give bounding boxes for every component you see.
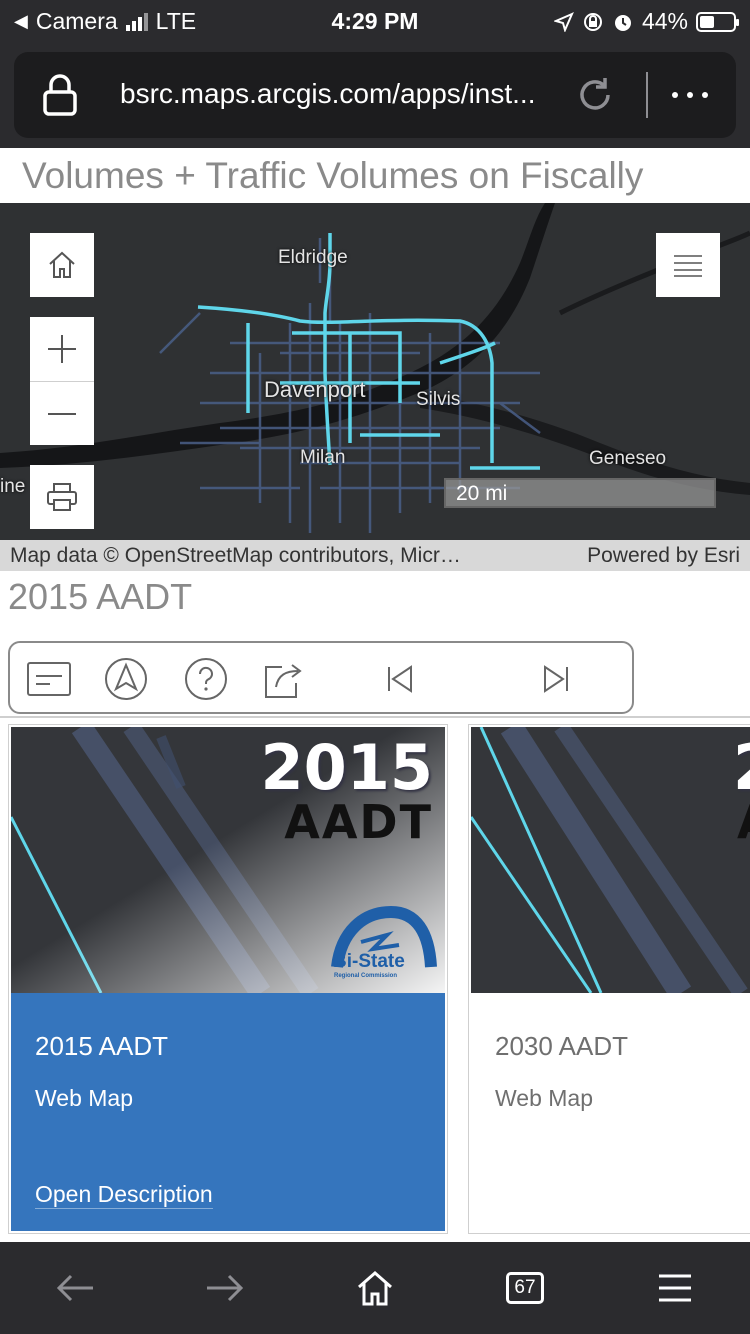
thumbnail-map — [471, 727, 750, 993]
scale-label: 20 mi — [456, 482, 508, 505]
scale-bar: 20 mi — [444, 478, 716, 508]
url-text[interactable]: bsrc.maps.arcgis.com/apps/inst... — [120, 78, 570, 110]
back-button[interactable] — [53, 1266, 97, 1310]
menu-icon — [659, 1274, 691, 1302]
next-icon — [544, 665, 568, 693]
home-button[interactable] — [30, 233, 94, 297]
status-right: 44% — [553, 8, 739, 35]
card-type: Web Map — [35, 1085, 134, 1111]
card-2030-aadt[interactable]: 2 A 2030 AADT Web Map — [468, 724, 750, 1234]
card-title: 2015 AADT — [35, 1031, 168, 1061]
map-label-silvis: Silvis — [416, 389, 461, 410]
open-description-link[interactable]: Open Description — [35, 1181, 213, 1209]
help-icon — [185, 658, 227, 700]
alarm-icon — [614, 14, 631, 31]
zoom-in-button[interactable] — [30, 317, 94, 381]
address-bar[interactable]: bsrc.maps.arcgis.com/apps/inst... — [14, 52, 736, 138]
list-icon — [674, 255, 702, 277]
minus-icon — [48, 412, 76, 415]
thumbnail-year: 2015 — [260, 731, 433, 804]
map-attribution: Map data © OpenStreetMap contributors, M… — [0, 540, 750, 571]
battery-icon — [696, 11, 739, 32]
thumbnail-subtitle: AADT — [284, 795, 433, 849]
card-title: 2030 AADT — [495, 1031, 628, 1061]
share-icon — [265, 664, 302, 698]
card-type: Web Map — [495, 1085, 594, 1111]
section-divider — [0, 716, 750, 718]
zoom-out-button[interactable] — [30, 381, 94, 445]
forward-button[interactable] — [203, 1266, 247, 1310]
river-channel — [558, 230, 750, 316]
home-icon — [358, 1271, 392, 1306]
home-nav-button[interactable] — [353, 1266, 397, 1310]
forward-arrow-icon — [207, 1274, 244, 1302]
location-icon — [553, 11, 574, 32]
more-icon[interactable] — [672, 92, 708, 98]
tabs-button[interactable]: 67 — [503, 1266, 547, 1310]
map-label-edge: ine — [0, 476, 26, 497]
map-toolbar — [8, 641, 634, 714]
card-thumbnail[interactable]: 2015 AADT Bi-State Regional Commission — [11, 727, 445, 993]
page-title: Volumes + Traffic Volumes on Fiscally — [0, 148, 750, 203]
lock-icon — [43, 74, 77, 116]
rotation-lock-icon — [583, 12, 602, 31]
help-button[interactable] — [184, 657, 228, 701]
section-title: 2015 AADT — [8, 576, 193, 617]
card-thumbnail[interactable]: 2 A — [471, 727, 750, 993]
next-button[interactable] — [534, 657, 578, 701]
details-icon — [27, 662, 71, 696]
print-button[interactable] — [30, 465, 94, 529]
browser-top-chrome: ◀ Camera LTE 4:29 PM 44% bsrc.maps.arcgi… — [0, 0, 750, 148]
share-button[interactable] — [262, 657, 306, 701]
plus-icon — [48, 335, 76, 363]
locate-button[interactable] — [104, 657, 148, 701]
attribution-text[interactable]: Map data © OpenStreetMap contributors, M… — [10, 540, 461, 571]
locate-icon — [105, 658, 147, 700]
map-label-geneseo: Geneseo — [589, 448, 667, 469]
details-button[interactable] — [26, 657, 72, 701]
address-divider — [646, 72, 648, 118]
powered-by-esri[interactable]: Powered by Esri — [587, 540, 740, 571]
tabs-count: 67 — [506, 1272, 544, 1304]
thumbnail-subtitle: A — [737, 795, 750, 849]
reload-icon[interactable] — [574, 74, 616, 116]
print-icon — [47, 483, 77, 511]
status-bar: ◀ Camera LTE 4:29 PM 44% — [0, 0, 750, 42]
layer-list-button[interactable] — [656, 233, 720, 297]
bi-state-logo: Bi-State — [333, 951, 405, 972]
card-body[interactable]: 2030 AADT Web Map — [471, 993, 750, 1231]
home-icon — [49, 251, 75, 278]
back-arrow-icon — [56, 1274, 93, 1302]
thumbnail-year: 2 — [733, 731, 750, 804]
bi-state-logo-sub: Regional Commission — [334, 973, 398, 979]
card-body[interactable]: 2015 AADT Web Map Open Description — [11, 993, 445, 1231]
map-label-eldridge: Eldridge — [278, 247, 348, 268]
map-label-davenport: Davenport — [264, 377, 366, 402]
menu-button[interactable] — [653, 1266, 697, 1310]
map-label-milan: Milan — [300, 447, 346, 468]
card-2015-aadt[interactable]: 2015 AADT Bi-State Regional Commission 2… — [8, 724, 448, 1234]
map-view[interactable]: Eldridge Davenport Silvis Milan Geneseo … — [0, 203, 750, 540]
battery-percent: 44% — [641, 8, 688, 34]
browser-bottom-toolbar: 67 — [0, 1242, 750, 1334]
previous-icon — [388, 665, 412, 693]
previous-button[interactable] — [378, 657, 422, 701]
